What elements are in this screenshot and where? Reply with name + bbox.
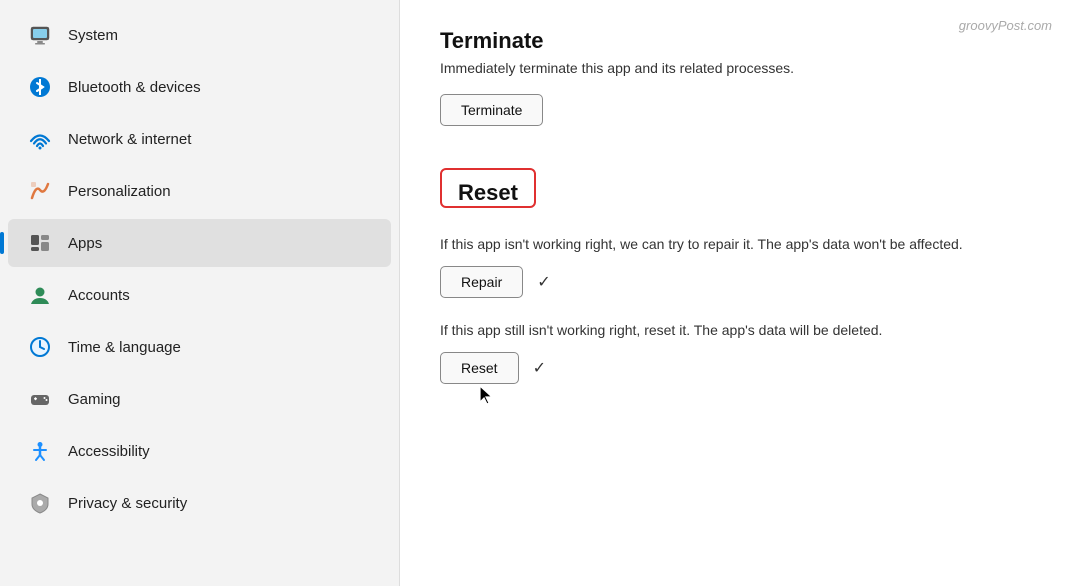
sidebar-item-system[interactable]: System <box>8 11 391 59</box>
sidebar-item-apps-label: Apps <box>68 235 102 252</box>
privacy-icon <box>26 489 54 517</box>
sidebar-item-gaming-label: Gaming <box>68 391 121 408</box>
reset-btn-area: Reset <box>440 352 519 384</box>
sidebar-item-gaming[interactable]: Gaming <box>8 375 391 423</box>
terminate-desc: Immediately terminate this app and its r… <box>440 60 1040 76</box>
reset-row: Reset ✓ <box>440 352 1040 384</box>
repair-button[interactable]: Repair <box>440 266 523 298</box>
time-icon <box>26 333 54 361</box>
sidebar-item-personalization-label: Personalization <box>68 183 171 200</box>
sidebar-item-accessibility[interactable]: Accessibility <box>8 427 391 475</box>
apps-icon <box>26 229 54 257</box>
main-content: groovyPost.com Terminate Immediately ter… <box>400 0 1080 586</box>
reset-subsection: If this app still isn't working right, r… <box>440 322 1040 384</box>
sidebar-item-apps[interactable]: Apps <box>8 219 391 267</box>
sidebar-item-accounts[interactable]: Accounts <box>8 271 391 319</box>
terminate-section: Terminate Immediately terminate this app… <box>440 28 1040 154</box>
sidebar-item-network-label: Network & internet <box>68 131 191 148</box>
watermark: groovyPost.com <box>959 18 1052 33</box>
gaming-icon <box>26 385 54 413</box>
repair-section: If this app isn't working right, we can … <box>440 236 1040 298</box>
bluetooth-icon <box>26 73 54 101</box>
sidebar-item-personalization[interactable]: Personalization <box>8 167 391 215</box>
sidebar-item-accessibility-label: Accessibility <box>68 443 150 460</box>
sidebar-item-network[interactable]: Network & internet <box>8 115 391 163</box>
sidebar-item-system-label: System <box>68 27 118 44</box>
cursor-icon <box>478 384 494 406</box>
sidebar-item-time-label: Time & language <box>68 339 181 356</box>
sidebar-item-bluetooth-label: Bluetooth & devices <box>68 79 201 96</box>
accessibility-icon <box>26 437 54 465</box>
terminate-title: Terminate <box>440 28 1040 54</box>
reset-desc: If this app still isn't working right, r… <box>440 322 1040 338</box>
sidebar: System Bluetooth & devices Network & int… <box>0 0 400 586</box>
sidebar-item-accounts-label: Accounts <box>68 287 130 304</box>
sidebar-item-bluetooth[interactable]: Bluetooth & devices <box>8 63 391 111</box>
reset-section-box: Reset <box>440 168 536 208</box>
repair-checkmark: ✓ <box>537 272 550 292</box>
reset-title: Reset <box>458 180 518 206</box>
repair-desc: If this app isn't working right, we can … <box>440 236 1040 252</box>
personalization-icon <box>26 177 54 205</box>
network-icon <box>26 125 54 153</box>
sidebar-item-privacy-label: Privacy & security <box>68 495 187 512</box>
sidebar-item-privacy[interactable]: Privacy & security <box>8 479 391 527</box>
terminate-button[interactable]: Terminate <box>440 94 543 126</box>
system-icon <box>26 21 54 49</box>
reset-checkmark: ✓ <box>533 358 546 378</box>
accounts-icon <box>26 281 54 309</box>
reset-button[interactable]: Reset <box>440 352 519 384</box>
sidebar-item-time[interactable]: Time & language <box>8 323 391 371</box>
repair-row: Repair ✓ <box>440 266 1040 298</box>
